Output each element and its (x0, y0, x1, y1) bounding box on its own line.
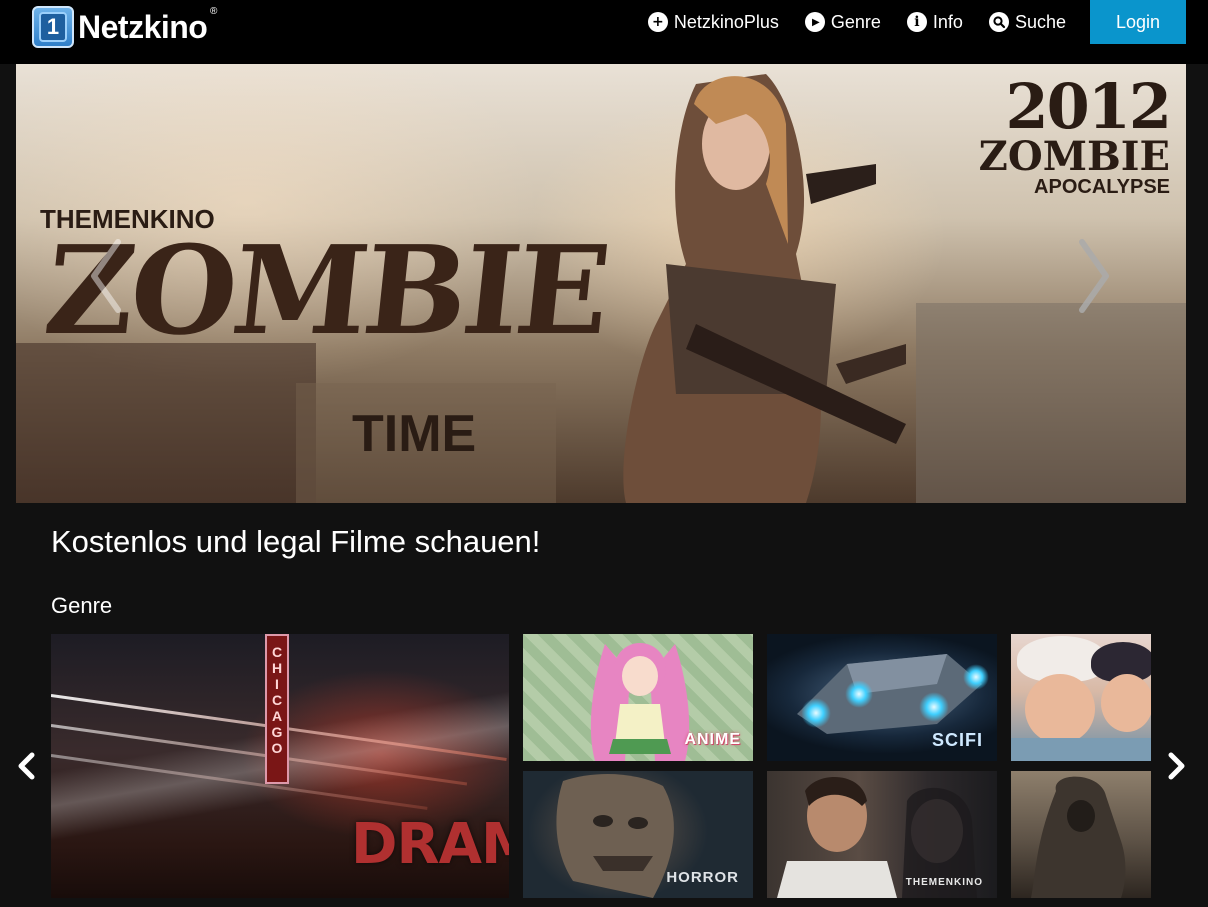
engine-glow (801, 698, 831, 728)
nav-item-suche[interactable]: Suche (988, 11, 1066, 33)
play-circle-icon: ▶ (804, 12, 825, 32)
hero-subtitle: TIME (352, 405, 477, 463)
chicago-sign: C H I C A G O (265, 634, 289, 784)
kid-face-image (1101, 674, 1151, 732)
engine-glow (919, 692, 949, 722)
genre-label-themenkino: THEMENKINO (905, 877, 983, 888)
genre-tile-anime[interactable]: ANIME (523, 634, 753, 761)
hooded-figure-image (1031, 776, 1126, 898)
genre-tile-drama[interactable]: C H I C A G O DRAMA (51, 634, 509, 898)
sign-letter: A (271, 708, 283, 724)
nav-label-suche: Suche (1014, 11, 1066, 32)
genre-label-horror: HORROR (666, 869, 739, 886)
nav-label-genre: Genre (830, 11, 881, 32)
genre-label-anime: ANIME (684, 731, 741, 748)
nav-item-genre[interactable]: ▶ Genre (804, 11, 881, 33)
hero-2012-zombie-apocalypse-logo: 2012 ZOMBIE APOCALYPSE (978, 70, 1172, 199)
genre-tile-war[interactable] (1011, 771, 1151, 898)
hero-next-chevron-icon[interactable] (1074, 236, 1114, 316)
genre-tile-kids[interactable] (1011, 634, 1151, 761)
nav-item-netzkinoplus[interactable]: + NetzkinoPlus (647, 11, 779, 33)
nav-item-info[interactable]: i Info (906, 11, 963, 33)
sign-letter: I (275, 676, 279, 692)
top-header: 1 Netzkino ® + NetzkinoPlus ▶ Genre i In… (0, 0, 1208, 64)
sign-letter: H (271, 660, 283, 676)
hero-prev-chevron-icon[interactable] (86, 236, 126, 316)
nav-label-netzkinoplus: NetzkinoPlus (673, 11, 779, 32)
kid-jacket (1011, 738, 1151, 761)
main-nav: + NetzkinoPlus ▶ Genre i Info Suche Logi… (622, 0, 1186, 44)
info-circle-icon: i (906, 12, 927, 32)
genre-label-drama: DRAMA (351, 812, 509, 877)
logo-badge-icon: 1 (32, 6, 74, 48)
hero-right-title: ZOMBIE (978, 133, 1170, 180)
genre-label-scifi: SCIFI (931, 730, 983, 750)
logo-text: Netzkino (78, 8, 208, 45)
anime-character-image (590, 643, 690, 761)
hero-right-year: 2012 (1005, 70, 1172, 143)
sign-letter: C (271, 644, 283, 660)
hero-bg-building (916, 303, 1186, 503)
hero-banner[interactable]: THEMENKINO ZOMBIE TIME 2012 ZOMBIE APOCA… (16, 64, 1186, 503)
engine-glow (845, 680, 873, 708)
genre-next-chevron-icon[interactable] (1165, 752, 1187, 780)
search-icon (988, 12, 1009, 32)
genre-prev-chevron-icon[interactable] (16, 752, 38, 780)
registered-mark: ® (209, 6, 218, 17)
engine-glow (963, 664, 989, 690)
genre-section-heading: Genre (51, 593, 113, 618)
sign-letter: G (271, 724, 283, 740)
netzkino-logo[interactable]: 1 Netzkino ® (32, 6, 217, 48)
kid-face-image (1025, 674, 1095, 744)
spaceship-image (797, 654, 982, 734)
light-streak (51, 754, 428, 810)
hero-bg-building (16, 343, 316, 503)
login-button[interactable]: Login (1090, 0, 1186, 44)
genre-tile-horror[interactable]: HORROR (523, 771, 753, 898)
plus-circle-icon: + (647, 12, 668, 32)
sign-letter: O (271, 740, 283, 756)
nav-label-info: Info (932, 11, 963, 32)
genre-tile-themenkino[interactable]: THEMENKINO (767, 771, 997, 898)
genre-tile-scifi[interactable]: SCIFI (767, 634, 997, 761)
page-tagline: Kostenlos und legal Filme schauen! (51, 524, 541, 559)
hero-woman-crossbow-image (623, 74, 906, 503)
sign-letter: C (271, 692, 283, 708)
light-streak (51, 724, 468, 786)
logo-badge-number: 1 (39, 12, 67, 42)
